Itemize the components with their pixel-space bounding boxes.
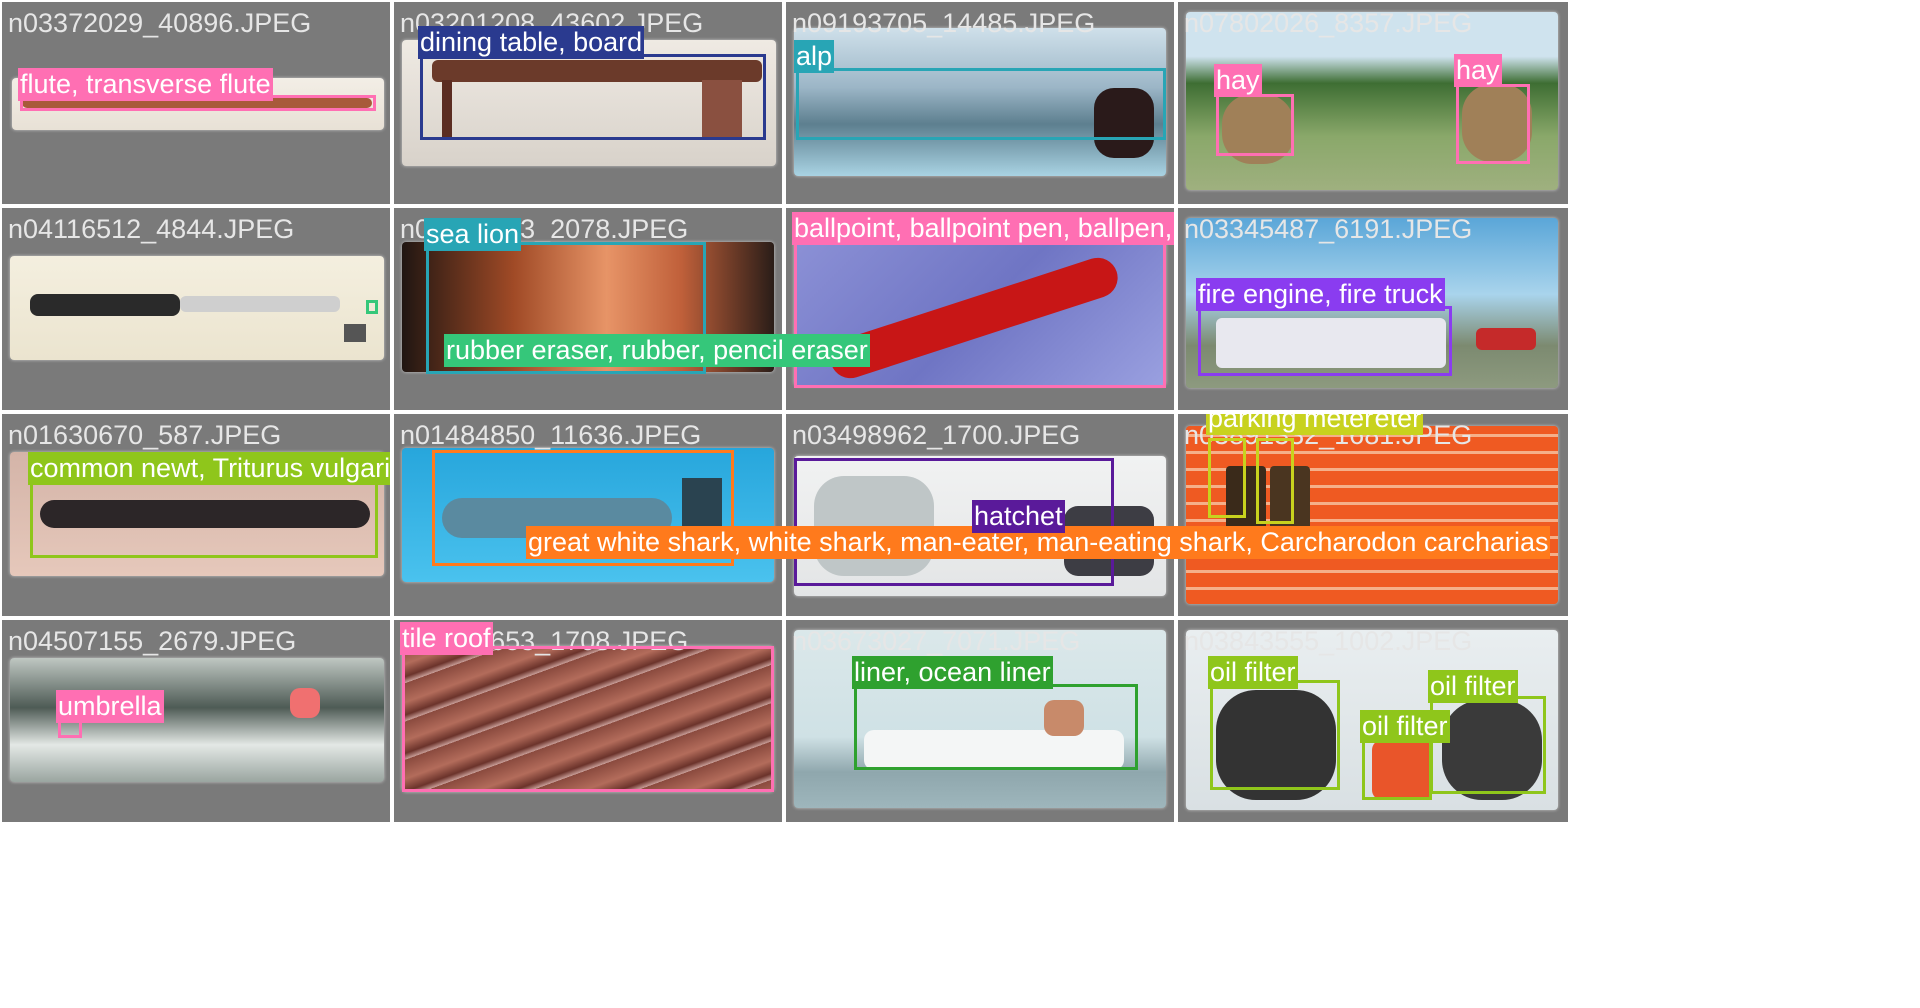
tile-8: n03345487_6191.JPEG fire engine, fire tr… [1178,208,1568,410]
class-label: fire engine, fire truck [1196,278,1445,311]
bbox [1216,94,1294,156]
tile-7: ballpoint, ballpoint pen, ballpen, Biro [786,208,1174,410]
bbox [1256,438,1294,524]
bbox [854,684,1138,770]
filename: n01630670_587.JPEG [8,420,282,450]
class-label: dining table, board [418,26,645,59]
filename: n04507155_2679.JPEG [8,626,297,656]
filename: n04116512_4844.JPEG [8,214,295,244]
class-label: parking meter [1206,414,1376,435]
class-label: oil filter [1428,670,1518,703]
filename: n03372029_40896.JPEG [8,8,312,38]
class-label: oil filter [1208,656,1298,689]
class-label: hay [1214,64,1262,97]
bbox [1208,438,1246,518]
tile-16: n03843555_1002.JPEG oil filter oil filte… [1178,620,1568,822]
class-label: liner, ocean liner [852,656,1053,689]
class-label: ballpoint, ballpoint pen, ballpen, Biro [792,212,1174,245]
tile-10: n01484850_11636.JPEG [394,414,782,616]
class-label: sea lion [424,218,522,251]
filename: n07802026_8357.JPEG [1184,8,1473,38]
filename: n03345487_6191.JPEG [1184,214,1473,244]
tile-4: n07802026_8357.JPEG hay hay [1178,2,1568,204]
tile-1: n03372029_40896.JPEG flute, transverse f… [2,2,390,204]
bbox [794,458,1114,586]
filename: n03673027_7071.JPEG [792,626,1081,656]
class-label: tile roof [400,622,493,655]
bbox [1198,306,1452,376]
image-grid: n03372029_40896.JPEG flute, transverse f… [0,0,1920,1008]
filename: n03498962_1700.JPEG [792,420,1081,450]
tile-14: n04435653_1708.JPEG tile roof [394,620,782,822]
class-label: common newt, Triturus vulgaris [28,452,390,485]
bbox [1210,680,1340,790]
class-label: oil filter [1360,710,1450,743]
tile-6: n02077923_2078.JPEG sea lion [394,208,782,410]
tile-3: n09193705_14485.JPEG alp [786,2,1174,204]
tile-2: n03201208_43602.JPEG dining table, board [394,2,782,204]
tile-15: n03673027_7071.JPEG liner, ocean liner [786,620,1174,822]
tile-5: n04116512_4844.JPEG [2,208,390,410]
bbox [420,54,766,140]
class-label: alp [794,40,835,73]
bbox [402,646,774,792]
bbox [1456,84,1530,164]
bbox [796,68,1166,140]
class-label: rubber eraser, rubber, pencil eraser [444,334,870,367]
filename: n03843555_1002.JPEG [1184,626,1473,656]
class-label: flute, transverse flute [18,68,273,101]
class-label: hatchet [972,500,1065,533]
tile-9: n01630670_587.JPEG common newt, Triturus… [2,414,390,616]
class-label: hay [1454,54,1502,87]
bbox [366,300,378,314]
class-label: umbrella [56,690,164,723]
filename: n09193705_14485.JPEG [792,8,1096,38]
bbox [1362,736,1432,800]
tile-13: n04507155_2679.JPEG umbrella [2,620,390,822]
filename: n01484850_11636.JPEG [400,420,702,450]
tile-image [10,256,384,360]
tile-12: n03891332_1681.JPEG parking meter parkin… [1178,414,1568,616]
bbox [30,480,378,558]
